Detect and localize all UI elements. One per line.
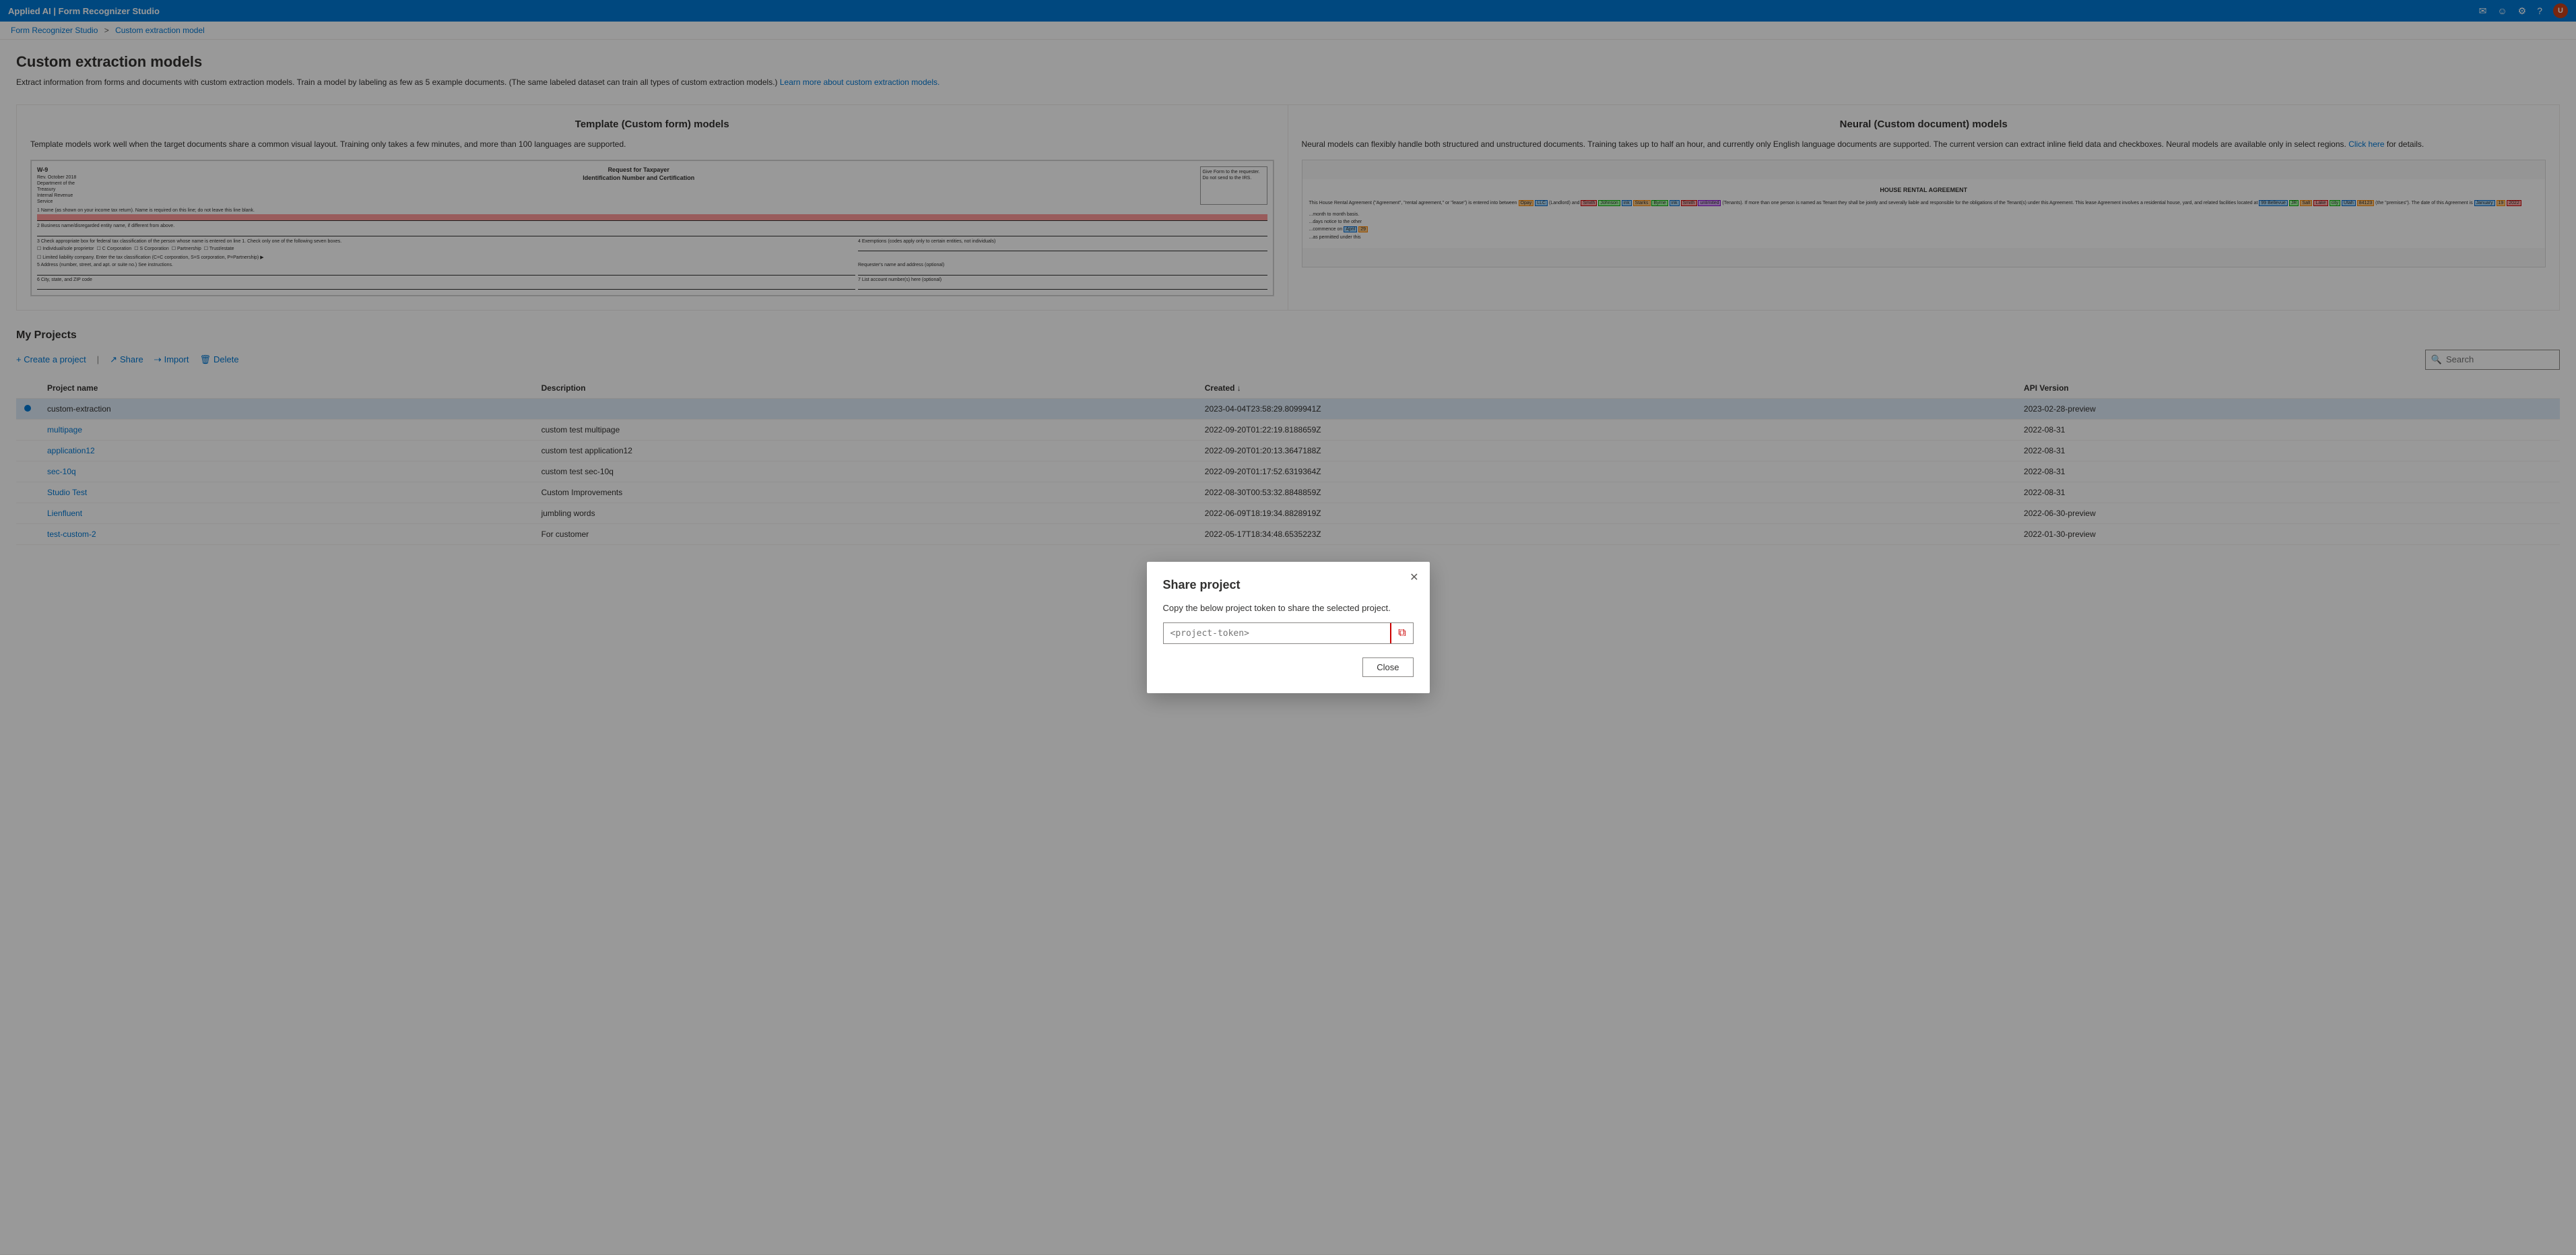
project-token-input[interactable]: [1164, 624, 1391, 643]
token-row: ⧉: [1163, 622, 1414, 644]
modal-overlay[interactable]: Share project ✕ Copy the below project t…: [0, 0, 2576, 1255]
share-project-modal: Share project ✕ Copy the below project t…: [1147, 562, 1430, 693]
copy-icon: ⧉: [1398, 627, 1406, 639]
modal-title: Share project: [1163, 578, 1414, 592]
copy-token-button[interactable]: ⧉: [1390, 623, 1412, 643]
modal-description: Copy the below project token to share th…: [1163, 603, 1414, 613]
close-modal-button[interactable]: Close: [1362, 657, 1413, 677]
modal-close-button[interactable]: ✕: [1410, 573, 1418, 583]
modal-footer: Close: [1163, 657, 1414, 677]
